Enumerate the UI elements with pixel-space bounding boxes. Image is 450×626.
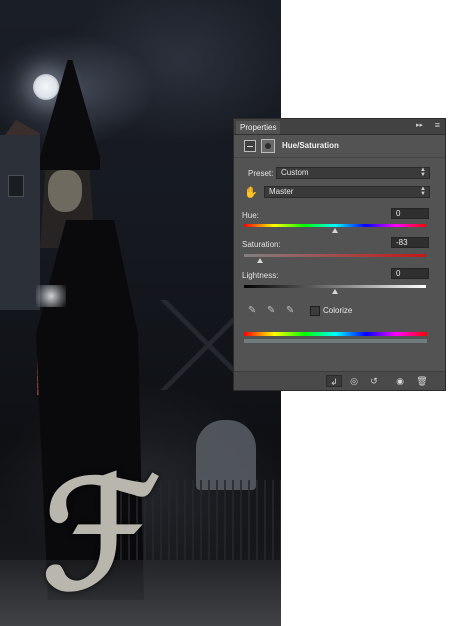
on-image-adjust-hand-icon[interactable]: ✋ (244, 187, 258, 199)
lightness-slider-track[interactable] (244, 285, 426, 288)
layer-mask-icon[interactable] (261, 139, 275, 153)
adjustment-header: Hue/Saturation (234, 135, 445, 158)
preset-value: Custom (281, 168, 309, 177)
hue-input[interactable]: 0 (391, 208, 429, 219)
clip-to-layer-icon[interactable]: ↲ (326, 375, 342, 387)
preset-label: Preset: (248, 169, 274, 178)
house (0, 135, 40, 310)
reset-icon[interactable]: ↺ (366, 375, 382, 387)
saturation-slider-thumb[interactable] (257, 258, 263, 263)
visibility-eye-icon[interactable]: ◉ (392, 375, 408, 387)
eyedropper-plus-icon[interactable]: ✎ (267, 305, 275, 316)
properties-panel: Properties ▸▸ ≡ Hue/Saturation Preset: C… (233, 118, 446, 391)
hue-slider-thumb[interactable] (332, 228, 338, 233)
dropdown-arrows-icon: ▲ ▼ (420, 167, 426, 178)
adjustment-title: Hue/Saturation (282, 141, 339, 150)
panel-footer: ↲ ◎ ↺ ◉ 🗑 (234, 371, 445, 390)
hue-slider-track[interactable] (244, 224, 426, 227)
lightness-label: Lightness: (242, 271, 279, 280)
hue-label: Hue: (242, 211, 259, 220)
witch-hand-glow (36, 285, 66, 307)
saturation-input[interactable]: -83 (391, 237, 429, 248)
colorize-label: Colorize (323, 306, 353, 315)
channel-dropdown[interactable]: Master ▲ ▼ (264, 186, 430, 198)
eyedropper-minus-icon[interactable]: ✎ (286, 305, 294, 316)
input-color-bar (244, 332, 427, 336)
properties-tab[interactable]: Properties (236, 121, 281, 134)
moon (33, 74, 59, 100)
witch-face (48, 170, 82, 212)
lightness-slider-thumb[interactable] (332, 289, 338, 294)
hue-saturation-icon (244, 140, 256, 152)
saturation-slider-track[interactable] (244, 254, 426, 257)
view-previous-state-icon[interactable]: ◎ (346, 375, 362, 387)
preset-dropdown[interactable]: Custom ▲ ▼ (276, 167, 430, 179)
saturation-label: Saturation: (242, 240, 281, 249)
colorize-checkbox[interactable] (310, 306, 320, 316)
output-color-bar (244, 339, 427, 343)
house-window (8, 175, 24, 197)
trash-icon[interactable]: 🗑 (414, 375, 430, 387)
panel-tab-bar: Properties ▸▸ ≡ (234, 119, 445, 135)
gothic-letter-logo: ℱ (42, 447, 160, 623)
panel-menu-icon[interactable]: ≡ (435, 120, 440, 130)
channel-value: Master (269, 187, 294, 196)
eyedropper-icon[interactable]: ✎ (248, 305, 256, 316)
lightness-input[interactable]: 0 (391, 268, 429, 279)
dropdown-arrows-icon: ▲ ▼ (420, 186, 426, 197)
double-chevron-right-icon[interactable]: ▸▸ (416, 121, 423, 129)
